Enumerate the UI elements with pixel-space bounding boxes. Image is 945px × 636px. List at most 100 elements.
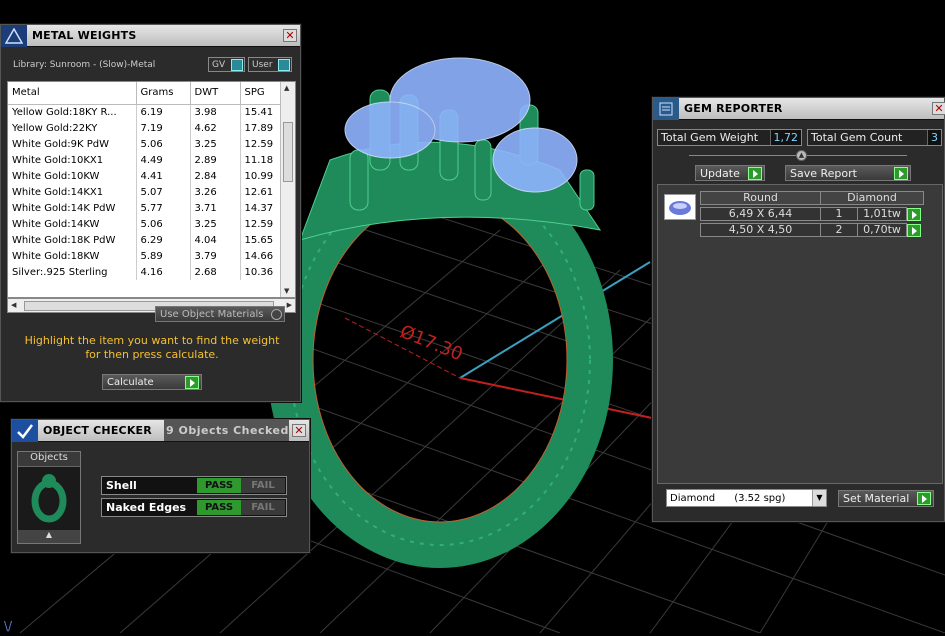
total-gem-count-label: Total Gem Count	[811, 131, 903, 144]
metal-name-cell: White Gold:14KX1	[8, 184, 137, 200]
metal-weights-panel: METAL WEIGHTS ✕ Library: Sunroom - (Slow…	[0, 24, 301, 402]
metal-row[interactable]: White Gold:18K PdW 6.29 4.04 15.65	[8, 232, 281, 248]
set-material-label: Set Material	[843, 492, 910, 505]
grams-cell: 7.19	[136, 120, 191, 136]
metal-row[interactable]: White Gold:18KW 5.89 3.79 14.66	[8, 248, 281, 264]
round-gem-icon	[664, 194, 696, 220]
close-icon[interactable]: ✕	[283, 29, 297, 42]
grams-cell: 4.49	[136, 152, 191, 168]
metal-row[interactable]: White Gold:10KW 4.41 2.84 10.99	[8, 168, 281, 184]
metal-row[interactable]: White Gold:10KX1 4.49 2.89 11.18	[8, 152, 281, 168]
metal-name-cell: White Gold:18KW	[8, 248, 137, 264]
metal-name-cell: White Gold:18K PdW	[8, 232, 137, 248]
metal-row[interactable]: Yellow Gold:18KY R... 6.19 3.98 15.41	[8, 104, 281, 120]
play-arrow-icon	[185, 375, 199, 389]
objects-thumbnail-box[interactable]: Objects ▲	[17, 451, 81, 544]
dwt-cell: 3.25	[190, 136, 241, 152]
gem-table: Round Diamond 6,49 X 6,44 1 1,01tw 4,50 …	[657, 184, 943, 484]
grams-cell: 4.16	[136, 264, 191, 280]
metal-name-cell: White Gold:14K PdW	[8, 200, 137, 216]
metal-row[interactable]: White Gold:14KW 5.06 3.25 12.59	[8, 216, 281, 232]
total-gem-weight-field: Total Gem Weight 1,72	[657, 129, 802, 146]
use-object-materials-label: Use Object Materials	[160, 308, 264, 320]
close-icon[interactable]: ✕	[932, 102, 945, 115]
gem-reporter-titlebar[interactable]: GEM REPORTER ✕	[653, 97, 945, 120]
spg-cell: 10.99	[240, 168, 281, 184]
metal-name-cell: White Gold:10KX1	[8, 152, 137, 168]
grams-cell: 5.06	[136, 216, 191, 232]
use-object-materials-radio-icon[interactable]	[271, 308, 282, 320]
column-header-dwt[interactable]: DWT	[190, 82, 241, 105]
dwt-cell: 2.68	[190, 264, 241, 280]
metal-row[interactable]: White Gold:14K PdW 5.77 3.71 14.37	[8, 200, 281, 216]
scroll-down-icon[interactable]: ▼	[284, 287, 289, 295]
spg-cell: 15.41	[240, 104, 281, 120]
user-toggle[interactable]: User	[248, 57, 292, 72]
column-header-spg[interactable]: SPG	[240, 82, 281, 105]
dimension-label: Ø17.30	[397, 321, 466, 365]
fail-badge: FAIL	[241, 478, 285, 493]
grams-cell: 5.89	[136, 248, 191, 264]
total-gem-weight-label: Total Gem Weight	[661, 131, 759, 144]
column-header-metal[interactable]: Metal	[8, 82, 137, 105]
spg-cell: 10.36	[240, 264, 281, 280]
gem-reporter-title: GEM REPORTER	[684, 102, 783, 115]
dwt-cell: 4.62	[190, 120, 241, 136]
collapse-handle-icon[interactable]: ▲	[796, 150, 807, 161]
spg-cell: 12.59	[240, 136, 281, 152]
material-select[interactable]: Diamond (3.52 spg) ▼	[666, 489, 827, 507]
metal-row[interactable]: White Gold:9K PdW 5.06 3.25 12.59	[8, 136, 281, 152]
hint-line-1: Highlight the item you want to find the …	[24, 334, 280, 347]
play-arrow-icon	[748, 166, 762, 180]
gem-material-header: Diamond	[820, 191, 924, 205]
grams-cell: 4.41	[136, 168, 191, 184]
scroll-right-icon[interactable]: ▶	[287, 301, 292, 309]
gem-qty: 1	[820, 207, 858, 221]
close-icon[interactable]: ✕	[292, 424, 306, 437]
total-gem-count-field: Total Gem Count 3	[807, 129, 942, 146]
object-checker-title: OBJECT CHECKER	[43, 424, 152, 437]
expand-up-icon[interactable]: ▲	[18, 530, 80, 543]
dwt-cell: 3.26	[190, 184, 241, 200]
scroll-up-icon[interactable]: ▲	[284, 84, 289, 92]
gv-toggle[interactable]: GV	[208, 57, 245, 72]
metal-table[interactable]: Metal Grams DWT SPG Yellow Gold:18KY R..…	[7, 81, 296, 298]
check-name: Shell	[106, 479, 137, 492]
spg-cell: 11.18	[240, 152, 281, 168]
vscroll-thumb[interactable]	[283, 122, 293, 182]
total-gem-count-value: 3	[927, 130, 941, 145]
chevron-down-icon[interactable]: ▼	[812, 490, 826, 506]
use-object-materials-toggle[interactable]: Use Object Materials	[155, 306, 285, 322]
metal-name-cell: Silver:.925 Sterling	[8, 264, 137, 280]
gem-row-go-icon[interactable]	[907, 224, 921, 237]
dwt-cell: 4.04	[190, 232, 241, 248]
gem-reporter-panel: GEM REPORTER ✕ Total Gem Weight 1,72 Tot…	[652, 97, 945, 522]
set-material-button[interactable]: Set Material	[838, 490, 934, 507]
calculate-button[interactable]: Calculate	[102, 374, 202, 390]
metal-table-header: Metal Grams DWT SPG	[8, 82, 281, 105]
gem-report-logo-icon	[653, 97, 679, 120]
gem-size: 6,49 X 6,44	[700, 207, 821, 221]
axis-gizmo-icon: \/	[4, 619, 13, 633]
dwt-cell: 3.71	[190, 200, 241, 216]
metal-table-vscroll[interactable]: ▲ ▼	[280, 82, 295, 297]
check-name: Naked Edges	[106, 501, 187, 514]
gem-row-go-icon[interactable]	[907, 208, 921, 221]
objects-checked-count: 9 Objects Checked	[164, 420, 289, 441]
column-header-grams[interactable]: Grams	[136, 82, 191, 105]
scroll-left-icon[interactable]: ◀	[11, 301, 16, 309]
object-checker-titlebar[interactable]: OBJECT CHECKER 9 Objects Checked ✕	[12, 419, 309, 442]
dwt-cell: 3.79	[190, 248, 241, 264]
pass-badge: PASS	[197, 500, 241, 515]
metal-row[interactable]: Silver:.925 Sterling 4.16 2.68 10.36	[8, 264, 281, 280]
metal-row[interactable]: Yellow Gold:22KY 7.19 4.62 17.89	[8, 120, 281, 136]
pass-badge: PASS	[197, 478, 241, 493]
update-button[interactable]: Update	[695, 165, 765, 181]
grams-cell: 5.77	[136, 200, 191, 216]
grams-cell: 6.29	[136, 232, 191, 248]
metal-row[interactable]: White Gold:14KX1 5.07 3.26 12.61	[8, 184, 281, 200]
library-label: Library: Sunroom - (Slow)-Metal	[13, 60, 156, 70]
metal-weights-titlebar[interactable]: METAL WEIGHTS ✕	[1, 24, 300, 47]
save-report-button[interactable]: Save Report	[785, 165, 911, 181]
checkmark-logo-icon	[12, 419, 38, 442]
